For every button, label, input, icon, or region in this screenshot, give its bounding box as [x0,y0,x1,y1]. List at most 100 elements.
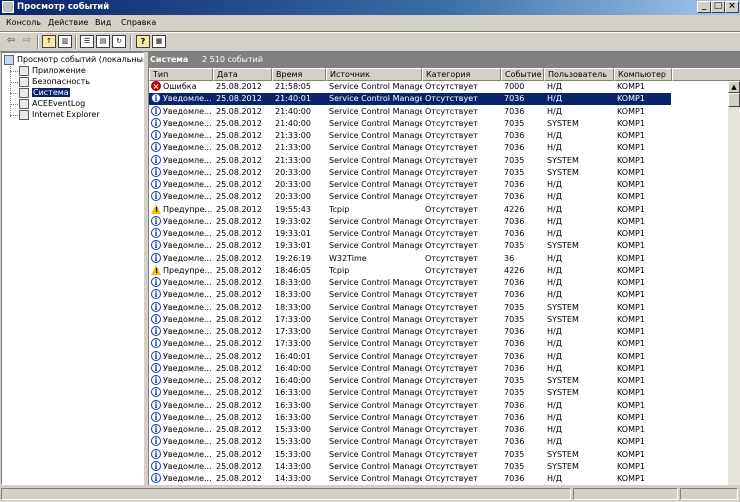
cell-source: Service Control Manager [329,216,422,226]
cell-event: 7036 [504,327,525,336]
warning-icon: ! [151,264,161,275]
cell-category: Отсутствует [425,241,478,251]
cell-time: 18:33:00 [275,302,311,312]
table-row[interactable]: i Уведомле... 25.08.2012 19:33:01 Service Co… [149,228,671,240]
table-row[interactable]: ! Предупре... 25.08.2012 19:55:43 Tcpip Отсут… [149,203,671,216]
table-row[interactable]: i Уведомле... 25.08.2012 16:33:00 Service Co… [149,411,671,424]
cell-date: 25.08.2012 [216,327,262,336]
tree-line [10,115,18,116]
column-header-event[interactable]: Событие [501,68,544,81]
menu-action[interactable]: Действие [48,18,88,27]
cell-category: Отсутствует [425,449,478,459]
table-row[interactable]: i Уведомле... 25.08.2012 18:33:00 Service Co… [149,277,671,289]
table-row[interactable]: i Уведомле... 25.08.2012 15:33:00 Service Co… [149,436,671,448]
cell-type: Уведомле... [163,314,212,324]
table-row[interactable]: i Уведомле... 25.08.2012 21:33:00 Service Co… [149,154,671,167]
table-row[interactable]: i Уведомле... 25.08.2012 16:33:00 Service Co… [149,387,671,399]
info-icon: i [151,399,161,410]
cell-time: 15:33:00 [275,437,311,447]
info-icon: i [151,289,161,300]
help-icon[interactable]: ? [136,35,150,48]
cell-event: 7036 [504,474,525,483]
table-row[interactable]: i Уведомле... 25.08.2012 21:33:00 Service Co… [149,130,671,142]
table-row[interactable]: i Уведомле... 25.08.2012 16:40:01 Service Co… [149,350,671,363]
table-row[interactable]: i Уведомле... 25.08.2012 14:33:00 Service Co… [149,473,671,485]
column-header-user[interactable]: Пользователь [544,68,614,81]
maximize-button[interactable]: □ [711,1,725,13]
up-folder-icon[interactable]: ↑ [42,35,56,48]
table-row[interactable]: i Уведомле... 25.08.2012 20:33:00 Service Co… [149,191,671,203]
export-list-icon[interactable]: ▤ [96,35,110,48]
scroll-up-icon[interactable]: ▲ [728,81,740,93]
table-row[interactable]: i Уведомле... 25.08.2012 20:33:00 Service Co… [149,179,671,191]
table-row[interactable]: i Уведомле... 25.08.2012 19:33:01 Service Co… [149,240,671,252]
cell-event: 7036 [504,437,525,447]
table-row[interactable]: i Уведомле... 25.08.2012 16:40:00 Service Co… [149,362,671,375]
table-row[interactable]: i Уведомле... 25.08.2012 17:33:00 Service Co… [149,313,671,326]
column-header-category[interactable]: Категория [422,68,501,81]
menu-help[interactable]: Справка [121,18,156,27]
properties-icon[interactable]: ☰ [80,35,94,48]
table-row[interactable]: i Уведомле... 25.08.2012 21:40:00 Service Co… [149,117,671,130]
table-row[interactable]: i Уведомле... 25.08.2012 15:33:00 Service Co… [149,424,671,436]
table-row[interactable]: i Уведомле... 25.08.2012 17:33:00 Service Co… [149,326,671,338]
cell-date: 25.08.2012 [216,461,262,471]
cell-user: Н/Д [547,474,562,483]
scroll-thumb[interactable] [728,93,740,107]
back-arrow-icon[interactable]: ⇦ [4,35,18,48]
cell-source: Service Control Manager [329,412,422,422]
table-row[interactable]: × Ошибка 25.08.2012 21:58:05 Service Control… [149,81,671,93]
cell-source: Service Control Manager [329,351,422,361]
cell-time: 16:40:00 [275,363,311,373]
column-header-type[interactable]: Тип [149,68,213,81]
column-header-date[interactable]: Дата [213,68,272,81]
show-hide-tree-icon[interactable]: ▥ [58,35,72,48]
cell-computer: KOMP1 [617,339,645,349]
cell-user: SYSTEM [547,388,579,398]
column-header-source[interactable]: Источник [326,68,422,81]
cell-user: Н/Д [547,425,562,434]
tree-line [10,104,18,105]
cell-user: SYSTEM [547,314,579,324]
cell-computer: KOMP1 [617,229,645,238]
table-row[interactable]: i Уведомле... 25.08.2012 14:33:00 Service Co… [149,460,671,473]
minimize-button[interactable]: _ [697,1,711,13]
vertical-scrollbar[interactable]: ▲ [728,81,740,485]
menu-console[interactable]: Консоль [6,18,41,27]
table-row[interactable]: i Уведомле... 25.08.2012 19:33:02 Service Co… [149,215,671,228]
cell-type: Уведомле... [163,437,212,447]
cell-event: 7035 [504,388,525,398]
cell-event: 7036 [504,351,525,361]
table-row[interactable]: ! Предупре... 25.08.2012 18:46:05 Tcpip Отсут… [149,264,671,277]
column-header-computer[interactable]: Компьютер [614,68,672,81]
cell-time: 14:33:00 [275,474,311,483]
column-header-time[interactable]: Время [272,68,326,81]
cell-source: Service Control Manager [329,314,422,324]
table-row[interactable]: i Уведомле... 25.08.2012 18:33:00 Service Co… [149,301,671,314]
table-row[interactable]: i Уведомле... 25.08.2012 15:33:00 Service Co… [149,448,671,461]
event-viewer-app-icon[interactable] [2,1,14,13]
table-row[interactable]: i Уведомле... 25.08.2012 21:33:00 Service Co… [149,142,671,154]
cell-time: 16:33:00 [275,388,311,398]
table-row[interactable]: i Уведомле... 25.08.2012 21:40:00 Service Co… [149,105,671,118]
cell-category: Отсутствует [425,106,478,116]
table-row[interactable]: i Уведомле... 25.08.2012 19:26:19 W32Time Отс… [149,252,671,265]
table-row[interactable]: i Уведомле... 25.08.2012 18:33:00 Service Co… [149,289,671,301]
console-window-icon[interactable]: ▦ [152,35,166,48]
cell-computer: KOMP1 [617,131,645,140]
table-row[interactable]: i Уведомле... 25.08.2012 21:40:01 Service Co… [149,93,671,106]
table-row[interactable]: i Уведомле... 25.08.2012 17:33:00 Service Co… [149,338,671,350]
table-row[interactable]: i Уведомле... 25.08.2012 16:40:00 Service Co… [149,375,671,387]
menu-view[interactable]: Вид [95,18,111,27]
table-row[interactable]: i Уведомле... 25.08.2012 16:33:00 Service Co… [149,399,671,412]
cell-date: 25.08.2012 [216,106,262,116]
forward-arrow-icon[interactable]: ⇨ [20,35,34,48]
cell-user: Н/Д [547,229,562,238]
refresh-icon[interactable]: ↻ [112,35,126,48]
table-row[interactable]: i Уведомле... 25.08.2012 20:33:00 Service Co… [149,166,671,179]
cell-category: Отсутствует [425,388,478,398]
cell-computer: KOMP1 [617,327,645,336]
cell-date: 25.08.2012 [216,229,262,238]
cell-user: Н/Д [547,143,562,153]
close-button[interactable]: × [725,1,739,13]
